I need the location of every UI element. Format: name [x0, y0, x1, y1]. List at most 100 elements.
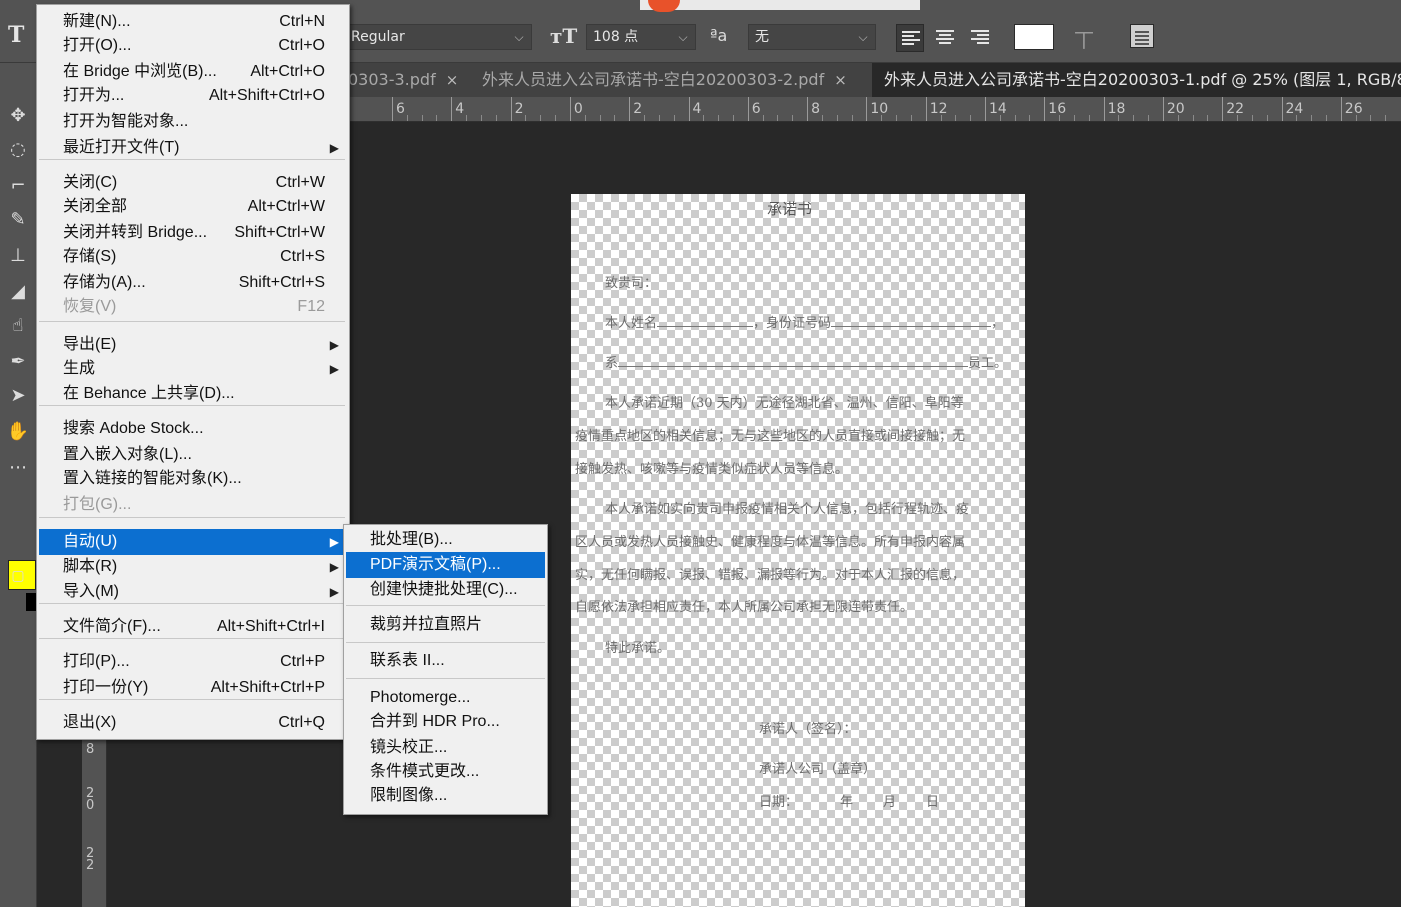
move-tool-icon[interactable]: ✥	[0, 101, 36, 131]
file-menu-item[interactable]: 在 Bridge 中浏览(B)... Alt+Ctrl+O	[39, 59, 345, 85]
crop-tool-icon[interactable]: ⌐	[0, 171, 36, 201]
warp-text-icon[interactable]: 丅	[1074, 24, 1094, 53]
ruler-label: 18	[1107, 101, 1126, 117]
font-style-value: Regular	[351, 29, 405, 45]
ruler-minor-tick	[1177, 115, 1179, 121]
file-menu-item[interactable]: 新建(N)... Ctrl+N	[39, 9, 345, 35]
submenu-arrow-icon: ▶	[329, 585, 339, 599]
align-right-button[interactable]	[966, 24, 994, 52]
file-menu-item[interactable]: 打开(O)... Ctrl+O	[39, 33, 345, 59]
file-menu-item[interactable]: 打开为... Alt+Shift+Ctrl+O	[39, 83, 345, 109]
file-menu-item[interactable]: 存储(S) Ctrl+S	[39, 244, 345, 270]
align-center-button[interactable]	[931, 24, 959, 52]
doc-line: 系 员工。	[605, 352, 1007, 371]
close-icon[interactable]: ×	[834, 71, 847, 89]
file-menu-item[interactable]: 在 Behance 上共享(D)...	[39, 381, 345, 407]
chevron-down-icon: ⌵	[858, 30, 868, 44]
file-menu-item[interactable]: 文件简介(F)... Alt+Shift+Ctrl+I	[39, 614, 345, 640]
menu-item-label: 导出(E)	[63, 336, 117, 353]
ruler-minor-tick	[762, 115, 764, 121]
automate-menu-item[interactable]: 批处理(B)...	[346, 527, 545, 553]
document-tab-active[interactable]: 外来人员进入公司承诺书-空白20200303-1.pdf @ 25% (图层 1…	[872, 63, 1401, 97]
automate-menu-item[interactable]: 条件模式更改...	[346, 759, 545, 785]
file-menu-item[interactable]: 退出(X) Ctrl+Q	[39, 710, 345, 736]
menu-item-label: 置入嵌入对象(L)...	[63, 446, 192, 463]
automate-menu-item[interactable]: PDF演示文稿(P)...	[346, 552, 545, 578]
menu-item-label: Photomerge...	[370, 689, 471, 706]
file-menu-item[interactable]: 置入嵌入对象(L)...	[39, 442, 345, 468]
vruler-label: 8	[86, 742, 95, 757]
menu-item-shortcut: Alt+Shift+Ctrl+I	[216, 618, 325, 635]
file-menu-item[interactable]: 搜索 Adobe Stock...	[39, 416, 345, 442]
file-menu-item[interactable]: 最近打开文件(T) ▶	[39, 135, 345, 161]
menu-item-label: 合并到 HDR Pro...	[370, 713, 500, 730]
automate-menu-item[interactable]: 创建快捷批处理(C)...	[346, 577, 545, 603]
top-logo-strip	[640, 0, 920, 10]
menu-item-label: 自动(U)	[63, 533, 118, 550]
file-menu-item[interactable]: 脚本(R) ▶	[39, 554, 345, 580]
file-menu-item[interactable]: 关闭(C) Ctrl+W	[39, 170, 345, 196]
antialias-value: 无	[755, 29, 769, 45]
doc-greeting: 致贵司：	[605, 276, 658, 291]
menu-item-label: 限制图像...	[370, 787, 448, 804]
file-menu-item[interactable]: 关闭全部 Alt+Ctrl+W	[39, 194, 345, 220]
menu-item-label: 打开为智能对象...	[63, 113, 189, 130]
eraser-tool-icon[interactable]: ◢	[0, 277, 36, 307]
file-menu-item[interactable]: 关闭并转到 Bridge... Shift+Ctrl+W	[39, 220, 345, 246]
character-panel-icon[interactable]	[1130, 24, 1154, 48]
file-menu-item[interactable]: 恢复(V) F12	[39, 294, 345, 320]
ruler-tick: 10	[866, 97, 888, 121]
lasso-tool-icon[interactable]: ◌	[0, 135, 36, 165]
document-tab[interactable]: 外来人员进入公司承诺书-空白20200303-2.pdf ×	[482, 63, 862, 97]
automate-menu-item[interactable]: 裁剪并拉直照片	[346, 612, 545, 638]
submenu-arrow-icon: ▶	[329, 338, 339, 352]
font-style-select[interactable]: Regular ⌵	[344, 24, 532, 50]
ruler-minor-tick	[1029, 115, 1031, 121]
file-menu-item[interactable]: 自动(U) ▶	[39, 529, 345, 555]
stamp-tool-icon[interactable]: ⊥	[0, 241, 36, 271]
automate-menu-item[interactable]: 限制图像...	[346, 783, 545, 809]
smudge-tool-icon[interactable]: ☝	[0, 311, 36, 341]
font-size-select[interactable]: 108 点 ⌵	[586, 24, 696, 50]
file-menu-item[interactable]: 存储为(A)... Shift+Ctrl+S	[39, 270, 345, 296]
close-icon[interactable]: ×	[446, 71, 459, 89]
antialias-select[interactable]: 无 ⌵	[748, 24, 876, 50]
doc-paragraph-line: 自愿依法承担相应责任，本人所属公司承担无限连带责任。	[575, 600, 914, 615]
ruler-tick: 4	[688, 97, 701, 121]
ruler-minor-tick	[480, 115, 482, 121]
menu-item-shortcut: F12	[297, 298, 325, 315]
ruler-minor-tick	[1311, 115, 1313, 121]
file-menu-item[interactable]: 打包(G)...	[39, 492, 345, 518]
file-menu-item[interactable]: 打印(P)... Ctrl+P	[39, 649, 345, 675]
pen-tool-icon[interactable]: ✒	[0, 347, 36, 377]
text-tool-icon[interactable]: T	[8, 22, 38, 52]
automate-menu-item[interactable]: Photomerge...	[346, 685, 545, 711]
file-menu-item[interactable]: 生成 ▶	[39, 356, 345, 382]
menu-item-shortcut: Ctrl+W	[275, 174, 325, 191]
ruler-minor-tick	[896, 115, 898, 121]
ruler-label: 4	[692, 101, 702, 117]
automate-menu-item[interactable]: 联系表 II...	[346, 648, 545, 674]
more-tools-icon[interactable]: ⋯	[0, 453, 36, 483]
healing-brush-icon[interactable]: ✎	[0, 205, 36, 235]
align-left-button[interactable]	[896, 24, 924, 52]
hand-tool-icon[interactable]: ✋	[0, 417, 36, 447]
automate-menu-item[interactable]: 合并到 HDR Pro...	[346, 709, 545, 735]
doc-text: ，身份证号码	[753, 316, 832, 331]
document-canvas[interactable]: 承诺书 致贵司： 本人姓名 ，身份证号码， 系员工。 本人承诺近期（30 天内）无…	[571, 194, 1025, 907]
document-tab[interactable]: 0303-3.pdf ×	[348, 63, 468, 97]
ruler-label: 6	[396, 101, 405, 117]
path-select-icon[interactable]: ➤	[0, 381, 36, 411]
doc-paragraph-line: 区人员或发热人员接触史、健康程度与体温等信息。所有申报内容属	[575, 535, 966, 550]
ruler-label: 22	[1226, 101, 1245, 117]
file-menu-item[interactable]: 置入链接的智能对象(K)...	[39, 466, 345, 492]
file-menu-item[interactable]: 打开为智能对象...	[39, 109, 345, 135]
file-menu-item[interactable]: 导出(E) ▶	[39, 332, 345, 358]
menu-separator	[346, 642, 545, 643]
quick-mask-icon[interactable]: ▢	[0, 561, 36, 591]
automate-menu-item[interactable]: 镜头校正...	[346, 735, 545, 761]
file-menu-item[interactable]: 打印一份(Y) Alt+Shift+Ctrl+P	[39, 675, 345, 701]
file-menu-item[interactable]: 导入(M) ▶	[39, 579, 345, 605]
ruler-minor-tick	[1118, 115, 1120, 121]
text-color-swatch[interactable]	[1014, 24, 1054, 50]
